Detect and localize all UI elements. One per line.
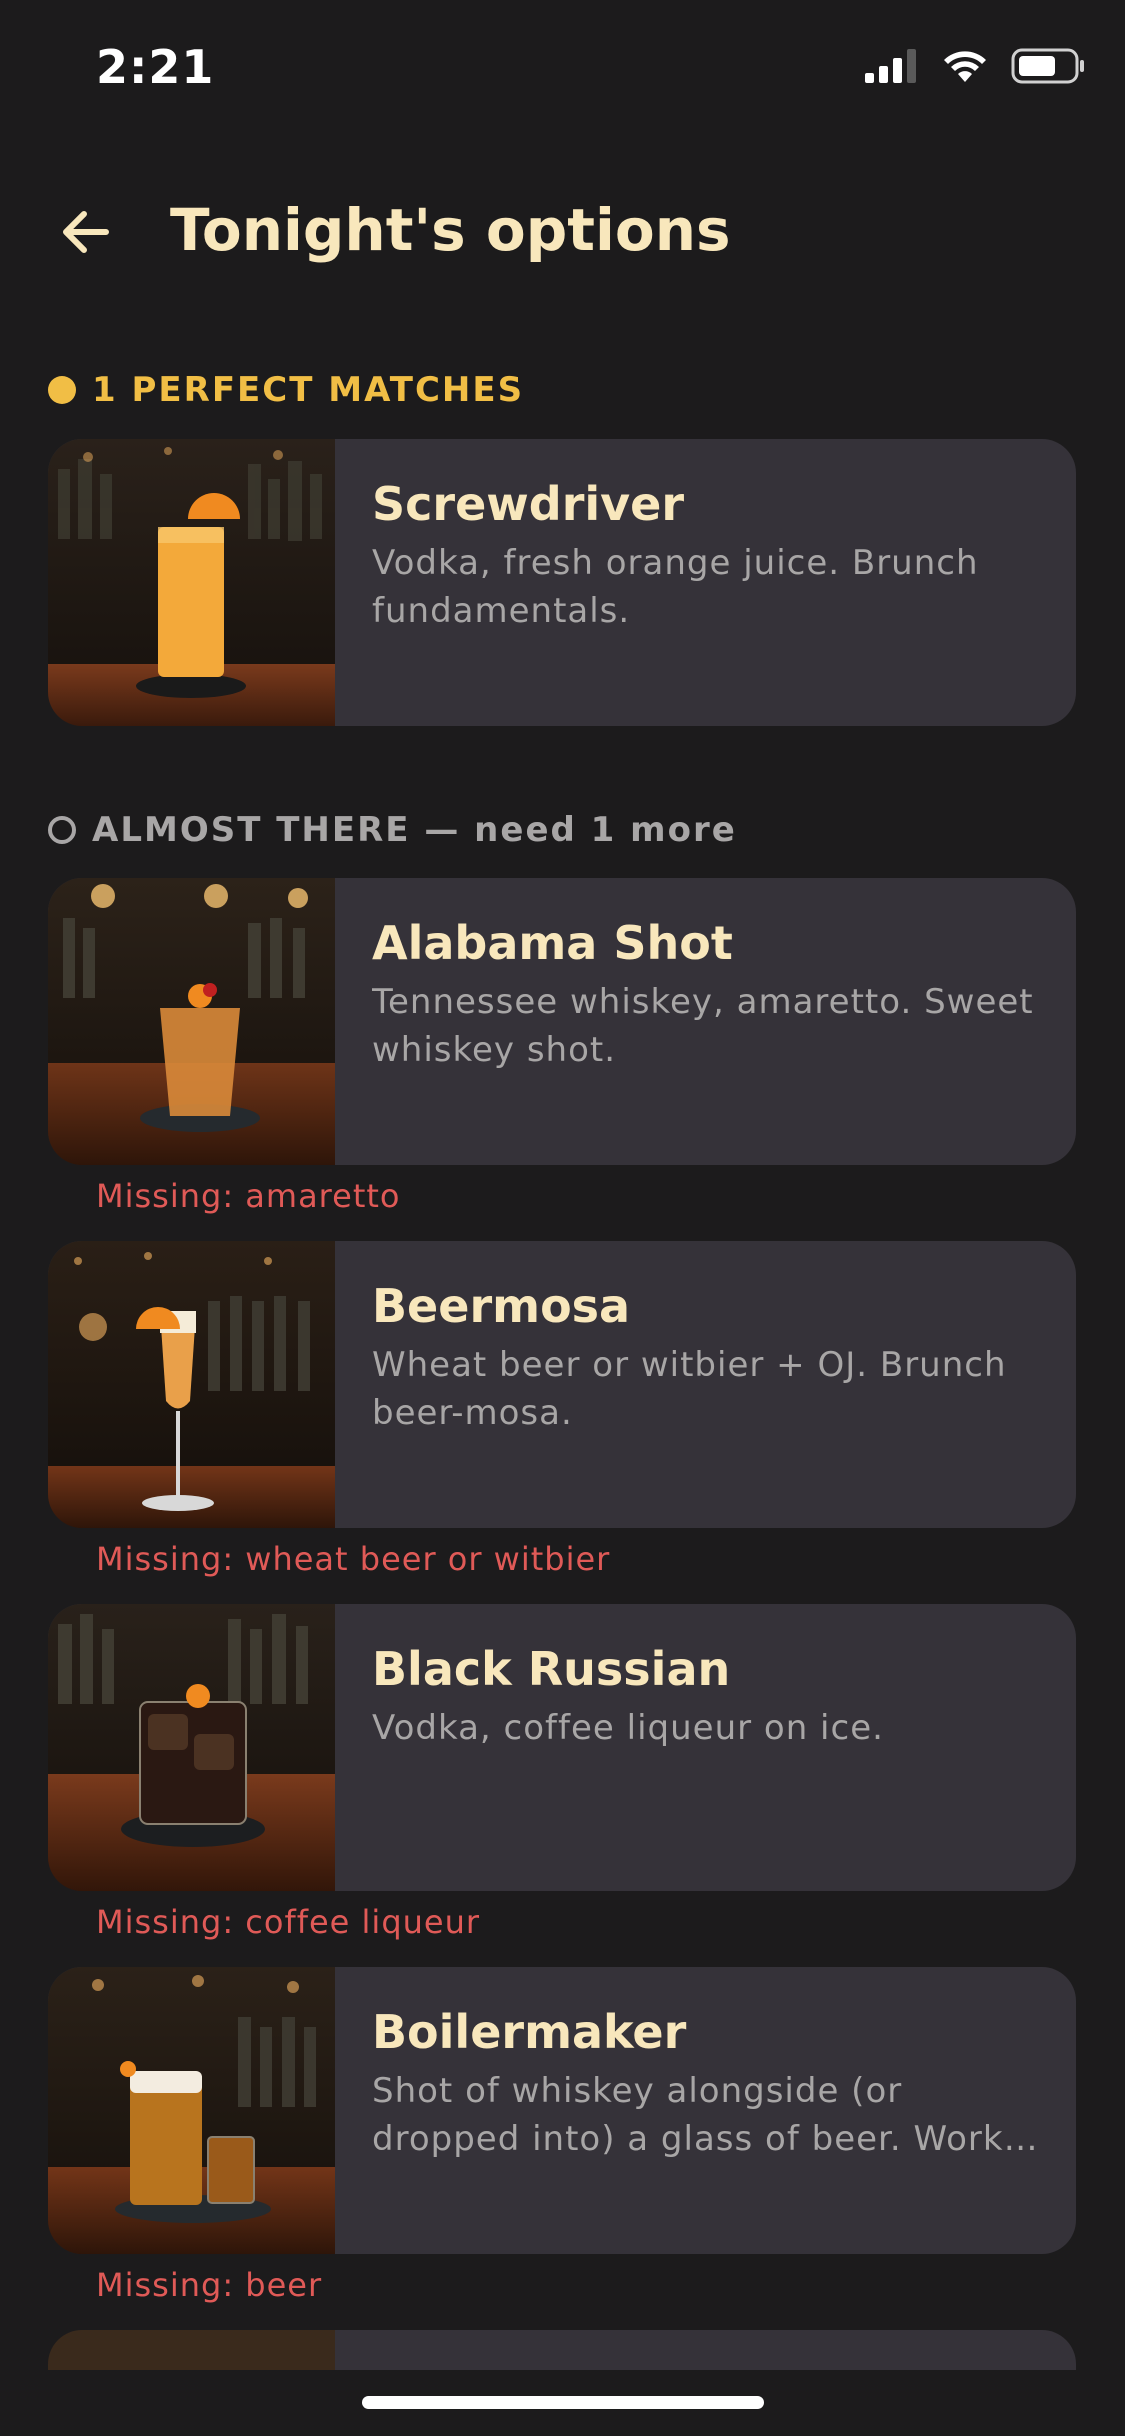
cocktail-card-beermosa[interactable]: Beermosa Wheat beer or witbier + OJ. Bru… <box>48 1241 1076 1528</box>
cocktail-card-screwdriver[interactable]: Screwdriver Vodka, fresh orange juice. B… <box>48 439 1076 726</box>
cocktail-description: Tennessee whiskey, amaretto. Sweet whisk… <box>372 982 1034 1070</box>
signal-icon <box>865 49 916 83</box>
back-arrow-icon <box>63 211 109 253</box>
perfect-matches-label: 1 PERFECT MATCHES <box>92 370 525 410</box>
cocktail-card-alabama-shot[interactable]: Alabama Shot Tennessee whiskey, amaretto… <box>48 878 1076 1165</box>
cocktail-card-black-russian[interactable]: Black Russian Vodka, coffee liqueur on i… <box>48 1604 1076 1891</box>
cocktail-name: Alabama Shot <box>372 916 733 970</box>
back-button[interactable] <box>56 202 116 262</box>
cocktail-name: Screwdriver <box>372 477 685 531</box>
hollow-dot-icon <box>48 816 76 844</box>
filled-dot-icon <box>48 376 76 404</box>
page-title: Tonight's options <box>170 196 731 264</box>
cocktail-name: Boilermaker <box>372 2005 687 2059</box>
battery-icon <box>1011 48 1084 84</box>
missing-ingredient: Missing: coffee liqueur <box>96 1903 481 1941</box>
cocktail-description: Wheat beer or witbier + OJ. Brunch beer-… <box>372 1345 1007 1433</box>
home-indicator[interactable] <box>362 2396 764 2409</box>
cocktail-description: Vodka, coffee liqueur on ice. <box>372 1708 884 1748</box>
missing-ingredient: Missing: beer <box>96 2266 323 2304</box>
wifi-icon <box>944 51 986 82</box>
boilermaker-image <box>48 1967 335 2254</box>
cocktail-name: Black Russian <box>372 1642 731 1696</box>
cocktail-description: Vodka, fresh orange juice. Brunch fundam… <box>372 543 979 631</box>
screwdriver-image <box>48 439 335 726</box>
perfect-matches-heading: 1 PERFECT MATCHES <box>48 370 524 410</box>
missing-ingredient: Missing: wheat beer or witbier <box>96 1540 611 1578</box>
status-icons <box>865 48 1085 84</box>
next-card-peek <box>48 2330 1076 2370</box>
alabama-shot-image <box>48 878 335 1165</box>
cocktail-card-boilermaker[interactable]: Boilermaker Shot of whiskey alongside (o… <box>48 1967 1076 2254</box>
status-bar: 2:21 <box>0 0 1125 140</box>
black-russian-image <box>48 1604 335 1891</box>
status-time: 2:21 <box>96 40 215 94</box>
cocktail-description: Shot of whiskey alongside (or dropped in… <box>372 2071 1039 2159</box>
cocktail-name: Beermosa <box>372 1279 631 1333</box>
almost-there-label: ALMOST THERE — need 1 more <box>92 810 737 850</box>
header: Tonight's options <box>0 180 1125 280</box>
missing-ingredient: Missing: amaretto <box>96 1177 401 1215</box>
almost-there-heading: ALMOST THERE — need 1 more <box>48 810 737 850</box>
beermosa-image <box>48 1241 335 1528</box>
